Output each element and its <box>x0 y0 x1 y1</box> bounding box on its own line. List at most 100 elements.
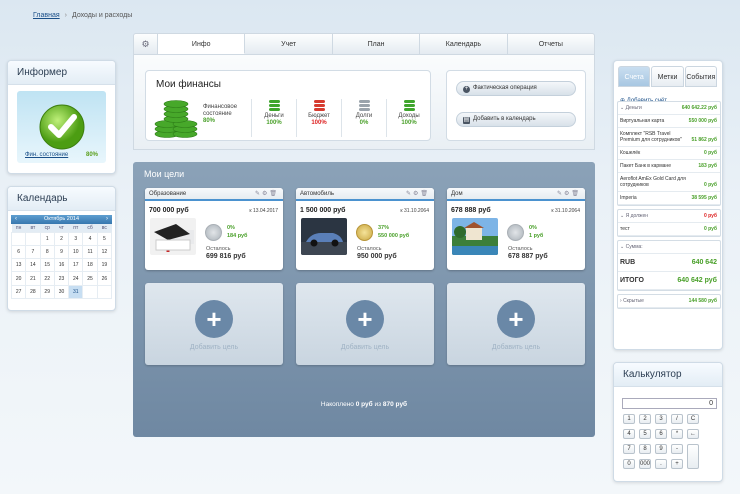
tab-reports[interactable]: Отчеты <box>508 34 594 54</box>
goal-card[interactable]: Образование ✎⚙🗑 700 000 руб к 13.04.2017 0% 1… <box>145 188 283 270</box>
calendar-day[interactable]: 4 <box>82 231 98 246</box>
tab-tags[interactable]: Метки <box>651 66 684 87</box>
metric-label: Долги <box>355 113 373 119</box>
calc-key[interactable]: 7 <box>623 444 635 454</box>
sum-group-header[interactable]: ⌄ Сумма: <box>618 241 720 254</box>
finance-metric[interactable]: Доходы 100% <box>392 99 426 127</box>
calc-key[interactable]: + <box>671 459 683 469</box>
calendar-day[interactable]: 13 <box>10 258 27 273</box>
sum-group: ⌄ Сумма: RUB 640 642 ИТОГО 640 642 руб <box>617 240 721 291</box>
delete-icon[interactable]: 🗑 <box>269 191 279 197</box>
breadcrumb-home-link[interactable]: Главная <box>33 12 60 19</box>
edit-icon[interactable]: ✎ <box>557 191 564 197</box>
calc-key[interactable]: 6 <box>655 429 667 439</box>
calendar-day[interactable]: 23 <box>53 271 70 286</box>
calc-key[interactable]: 4 <box>623 429 635 439</box>
calendar-day[interactable]: 20 <box>10 271 27 286</box>
breadcrumb-current: Доходы и расходы <box>72 12 133 19</box>
account-row[interactable]: Комплект "RSB Travel Premium для сотрудн… <box>618 128 720 147</box>
calc-key[interactable]: 000 <box>639 459 651 469</box>
calendar-day[interactable]: 1 <box>39 231 55 246</box>
add-goal-card[interactable]: + Добавить цель <box>145 283 283 365</box>
goal-card[interactable]: Автомобиль ✎⚙🗑 1 500 000 руб к 31.10.2064 37… <box>296 188 434 270</box>
calendar-day[interactable]: 11 <box>82 244 98 260</box>
calendar-day[interactable]: 3 <box>68 231 84 246</box>
calendar-day[interactable]: 21 <box>25 271 41 286</box>
calendar-day[interactable]: 31 <box>68 284 84 299</box>
finance-metric[interactable]: Деньги 100% <box>257 99 291 127</box>
calendar-day[interactable]: 6 <box>10 244 27 260</box>
tab-info[interactable]: Инфо <box>158 34 246 54</box>
goal-tools: ✎⚙🗑 <box>557 188 581 200</box>
calendar-day[interactable]: 24 <box>68 271 84 286</box>
calc-key[interactable]: 0 <box>623 459 635 469</box>
account-row-test[interactable]: тест 0 руб <box>618 223 720 236</box>
calendar-day[interactable]: 10 <box>68 244 84 260</box>
calendar-day[interactable]: 17 <box>68 258 84 273</box>
hidden-group-header[interactable]: › Скрытые 144 580 руб <box>618 295 720 308</box>
goal-card[interactable]: Дом ✎⚙🗑 678 888 руб к 31.10.2064 0% 1 руб Оста… <box>447 188 585 270</box>
tab-events[interactable]: События <box>684 66 717 87</box>
calendar-day[interactable]: 15 <box>39 258 55 273</box>
calendar-day[interactable]: 25 <box>82 271 98 286</box>
calc-key[interactable]: - <box>671 444 683 454</box>
coin-icon <box>205 224 222 241</box>
next-month-icon[interactable]: › <box>106 215 108 224</box>
calc-key-equals[interactable] <box>687 444 699 469</box>
actual-operation-button[interactable]: + Фактическая операция <box>456 81 576 96</box>
calc-key[interactable]: 3 <box>655 414 667 424</box>
calendar-day[interactable]: 9 <box>53 244 70 260</box>
calendar-day[interactable]: 16 <box>53 258 70 273</box>
money-group-header[interactable]: ⌄ Деньги 640 642.22 руб <box>618 102 720 115</box>
owe-group-header[interactable]: ⌄ Я должен 0 руб <box>618 210 720 223</box>
account-row[interactable]: Aeroflot AmEx Gold Card для сотрудников 0… <box>618 173 720 192</box>
calc-key[interactable]: 8 <box>639 444 651 454</box>
calendar-day[interactable]: 8 <box>39 244 55 260</box>
fin-state-link[interactable]: Фин. состояние <box>25 152 68 158</box>
calc-key[interactable]: 9 <box>655 444 667 454</box>
calc-key[interactable]: * <box>671 429 683 439</box>
add-goal-card[interactable]: + Добавить цель <box>296 283 434 365</box>
calculator-display[interactable]: 0 <box>622 398 717 409</box>
delete-icon[interactable]: 🗑 <box>571 191 581 197</box>
calendar-day[interactable]: 19 <box>96 258 113 273</box>
finance-metric[interactable]: Бюджет 100% <box>302 99 336 127</box>
calendar-day[interactable]: 28 <box>25 284 41 299</box>
calendar-day[interactable]: 14 <box>25 258 41 273</box>
finance-metric[interactable]: Долги 0% <box>347 99 381 127</box>
account-row[interactable]: Виртуальная карта 550 000 руб <box>618 115 720 128</box>
account-row[interactable]: Кошелёк 0 руб <box>618 147 720 160</box>
calendar-day[interactable]: 22 <box>39 271 55 286</box>
account-row[interactable]: Imperia 38 595 руб <box>618 192 720 205</box>
calendar-day[interactable]: 27 <box>10 284 27 299</box>
tab-plan[interactable]: План <box>333 34 421 54</box>
calendar-day[interactable]: 30 <box>53 284 70 299</box>
calendar-day[interactable]: 29 <box>39 284 55 299</box>
calc-key[interactable]: ← <box>687 429 699 439</box>
account-row[interactable]: Пакет Банк в кармане 183 руб <box>618 160 720 173</box>
tab-calendar[interactable]: Календарь <box>420 34 508 54</box>
prev-month-icon[interactable]: ‹ <box>15 215 17 224</box>
gear-icon[interactable]: ⚙ <box>134 34 158 54</box>
calc-key[interactable]: 1 <box>623 414 635 424</box>
tab-accounts[interactable]: Счета <box>618 66 651 87</box>
metric-label: Бюджет <box>308 113 330 119</box>
calc-key[interactable]: . <box>655 459 667 469</box>
edit-icon[interactable]: ✎ <box>255 191 262 197</box>
calendar-day[interactable]: 7 <box>25 244 41 260</box>
calc-key[interactable]: C <box>687 414 699 424</box>
calc-key[interactable]: / <box>671 414 683 424</box>
calendar-day[interactable]: 18 <box>82 258 98 273</box>
delete-icon[interactable]: 🗑 <box>420 191 430 197</box>
calc-key[interactable]: 5 <box>639 429 651 439</box>
calc-key[interactable]: 2 <box>639 414 651 424</box>
calendar-day[interactable]: 26 <box>96 271 113 286</box>
calendar-day[interactable]: 5 <box>96 231 113 246</box>
tab-accounting[interactable]: Учет <box>245 34 333 54</box>
calendar-day[interactable]: 12 <box>96 244 113 260</box>
edit-icon[interactable]: ✎ <box>406 191 413 197</box>
add-to-calendar-button[interactable]: ▤ Добавить в календарь <box>456 112 576 127</box>
add-goal-card[interactable]: + Добавить цель <box>447 283 585 365</box>
calendar-day[interactable]: 2 <box>53 231 70 246</box>
weekday-label: пн <box>11 224 26 232</box>
